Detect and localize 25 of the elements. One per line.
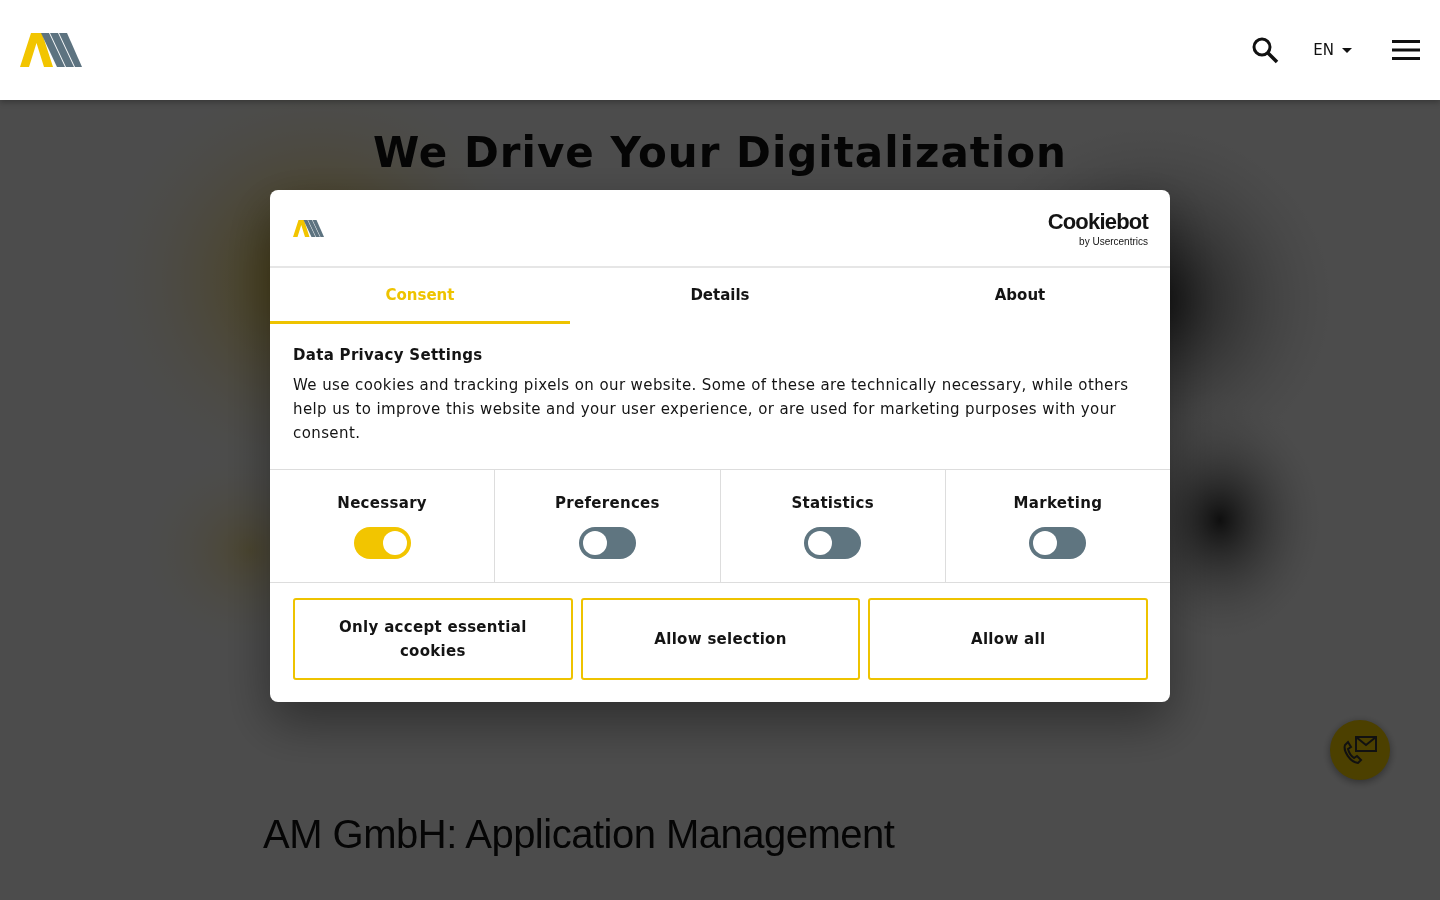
hero-title: We Drive Your Digitalization [373,128,1067,177]
category-label: Necessary [337,494,427,512]
consent-button[interactable]: Allow selection [580,598,861,680]
category-label: Marketing [1013,494,1103,512]
menu-icon[interactable] [1392,40,1420,60]
caret-icon [1342,47,1352,53]
phone-mail-icon [1342,735,1378,765]
consent-button[interactable]: Allow all [868,598,1148,680]
consent-button[interactable]: Only accept essential cookies [293,598,573,680]
section-heading: AM GmbH: Application Management [263,812,896,857]
provider-byline: by Usercentrics [1079,236,1148,247]
toggle-switch[interactable] [804,527,862,559]
logo [293,219,324,237]
category-label: Preferences [554,494,660,512]
toggle-switch[interactable] [1029,527,1087,559]
dialog-title: Data Privacy Settings [293,346,484,364]
toggle-switch[interactable] [353,527,411,559]
tab[interactable]: About [870,268,1170,324]
toggle-switch[interactable] [578,527,636,559]
provider-logo[interactable]: Cookiebot [1047,209,1148,235]
language-selector[interactable]: EN [1313,41,1352,59]
dialog-text: We use cookies and tracking pixels on our website. Some of these are technically necessary, while others help us to improve this website and your user experience, or are used for marketing purposes with your consent. [293,375,1130,444]
category-label: Statistics [791,494,874,512]
logo[interactable] [20,33,82,67]
search-icon[interactable] [1251,36,1280,64]
